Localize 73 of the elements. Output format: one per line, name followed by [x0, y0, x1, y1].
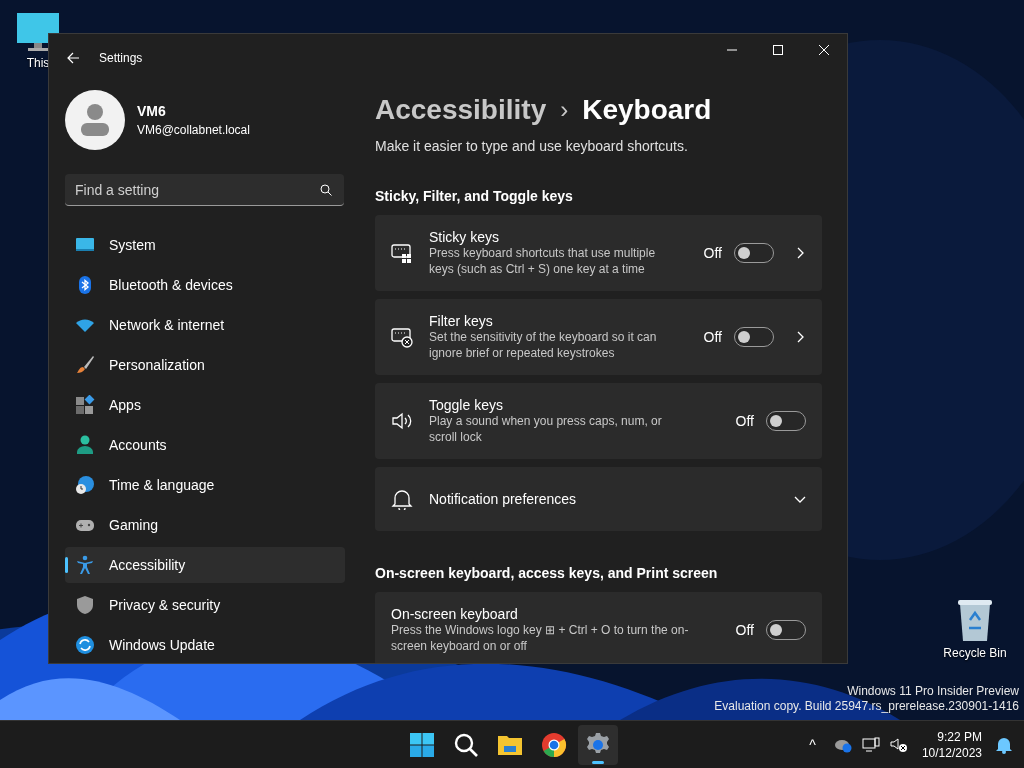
speaker-muted-icon[interactable] — [889, 736, 908, 753]
nav-item[interactable]: Accessibility — [65, 547, 345, 583]
avatar-icon — [65, 90, 125, 150]
nav-item[interactable]: Privacy & security — [65, 587, 345, 623]
setting-description: Press the Windows logo key ⊞ + Ctrl + O to turn the on-screen keyboard on or off — [391, 622, 690, 654]
setting-card[interactable]: Notification preferences — [375, 467, 822, 531]
setting-description: Set the sensitivity of the keyboard so it can ignore brief or repeated keystrokes — [429, 329, 658, 361]
window-title: Settings — [99, 51, 144, 65]
setting-card[interactable]: Sticky keys Press keyboard shortcuts that use multiple keys (such as Ctrl + S) one key at a time Off — [375, 215, 822, 291]
tray-chevron[interactable]: ^ — [809, 736, 816, 753]
watermark-text: Windows 11 Pro Insider Preview — [847, 684, 1019, 699]
nav-item[interactable]: System — [65, 227, 345, 263]
search-icon — [453, 732, 479, 758]
page-title: Keyboard — [582, 94, 712, 126]
setting-card[interactable]: Filter keys Set the sensitivity of the keyboard so it can ignore brief or repeated keystrokes Off — [375, 299, 822, 375]
desktop-icon-label[interactable]: Recycle Bin — [943, 646, 1007, 660]
nav-item[interactable]: Bluetooth & devices — [65, 267, 345, 303]
nav-item[interactable]: Accounts — [65, 427, 345, 463]
setting-card[interactable]: Toggle keys Play a sound when you press caps, num, or scroll lock Off — [375, 383, 822, 459]
toggle-state: Off — [703, 329, 722, 345]
user-email: VM6@collabnet.local — [137, 123, 250, 137]
update-icon — [75, 635, 95, 655]
monitor-icon — [16, 12, 60, 52]
close-icon — [819, 45, 829, 55]
setting-title: On-screen keyboard — [391, 606, 519, 622]
globe-clock-icon — [75, 475, 95, 495]
browser-icon — [541, 732, 567, 758]
toggle-state: Off — [735, 622, 754, 638]
maximize-icon — [773, 45, 783, 55]
nav-item[interactable]: Time & language — [65, 467, 345, 503]
watermark-text: Evaluation copy. Build 25947.rs_prerelease.230901-1416 — [714, 699, 1019, 714]
shield-icon — [75, 595, 95, 615]
nav-item[interactable]: Gaming — [65, 507, 345, 543]
breadcrumb-link[interactable]: Accessibility — [375, 94, 547, 126]
desktop-icon-label[interactable]: This — [26, 56, 50, 70]
apps-icon — [75, 395, 95, 415]
toggle-state: Off — [703, 245, 722, 261]
setting-title: Notification preferences — [429, 491, 578, 507]
keyboard-icon — [391, 326, 413, 348]
setting-title: Filter keys — [429, 313, 494, 329]
network-icon[interactable] — [861, 736, 880, 753]
back-arrow-icon — [66, 51, 80, 65]
paintbrush-icon — [75, 355, 95, 375]
setting-description: Play a sound when you press caps, num, or scroll lock — [429, 413, 663, 445]
breadcrumb-separator: › — [560, 96, 569, 124]
setting-description: Press keyboard shortcuts that use multiple keys (such as Ctrl + S) one key at a time — [429, 245, 657, 277]
section-heading: Sticky, Filter, and Toggle keys — [375, 188, 574, 204]
recycle-bin-icon — [956, 598, 994, 642]
section-heading: On-screen keyboard, access keys, and Print screen — [375, 565, 719, 581]
accessibility-icon — [75, 555, 95, 575]
search-field[interactable]: Find a setting — [65, 174, 344, 206]
person-icon — [75, 435, 95, 455]
page-description: Make it easier to type and use keyboard shortcuts. — [375, 138, 689, 154]
keyboard-icon — [391, 242, 413, 264]
setting-card[interactable]: On-screen keyboard Press the Windows logo key ⊞ + Ctrl + O to turn the on-screen keyboard on or off Off — [375, 592, 822, 663]
nav-item[interactable]: Network & internet — [65, 307, 345, 343]
setting-title: Toggle keys — [429, 397, 504, 413]
toggle-switch[interactable] — [766, 620, 806, 640]
nav-item[interactable]: Windows Update — [65, 627, 345, 663]
nav-item[interactable]: Apps — [65, 387, 345, 423]
toggle-state: Off — [735, 413, 754, 429]
bell-icon — [391, 488, 413, 510]
nav-item[interactable]: Personalization — [65, 347, 345, 383]
speaker-icon — [391, 410, 413, 432]
toggle-switch[interactable] — [734, 243, 774, 263]
toggle-switch[interactable] — [766, 411, 806, 431]
windows-logo-icon — [409, 732, 435, 758]
user-name: VM6 — [137, 103, 167, 119]
clock[interactable]: 9:22 PM 10/12/2023 — [921, 728, 982, 761]
toggle-switch[interactable] — [734, 327, 774, 347]
bell-icon[interactable] — [996, 735, 1012, 754]
search-icon — [320, 184, 332, 196]
setting-title: Sticky keys — [429, 229, 500, 245]
